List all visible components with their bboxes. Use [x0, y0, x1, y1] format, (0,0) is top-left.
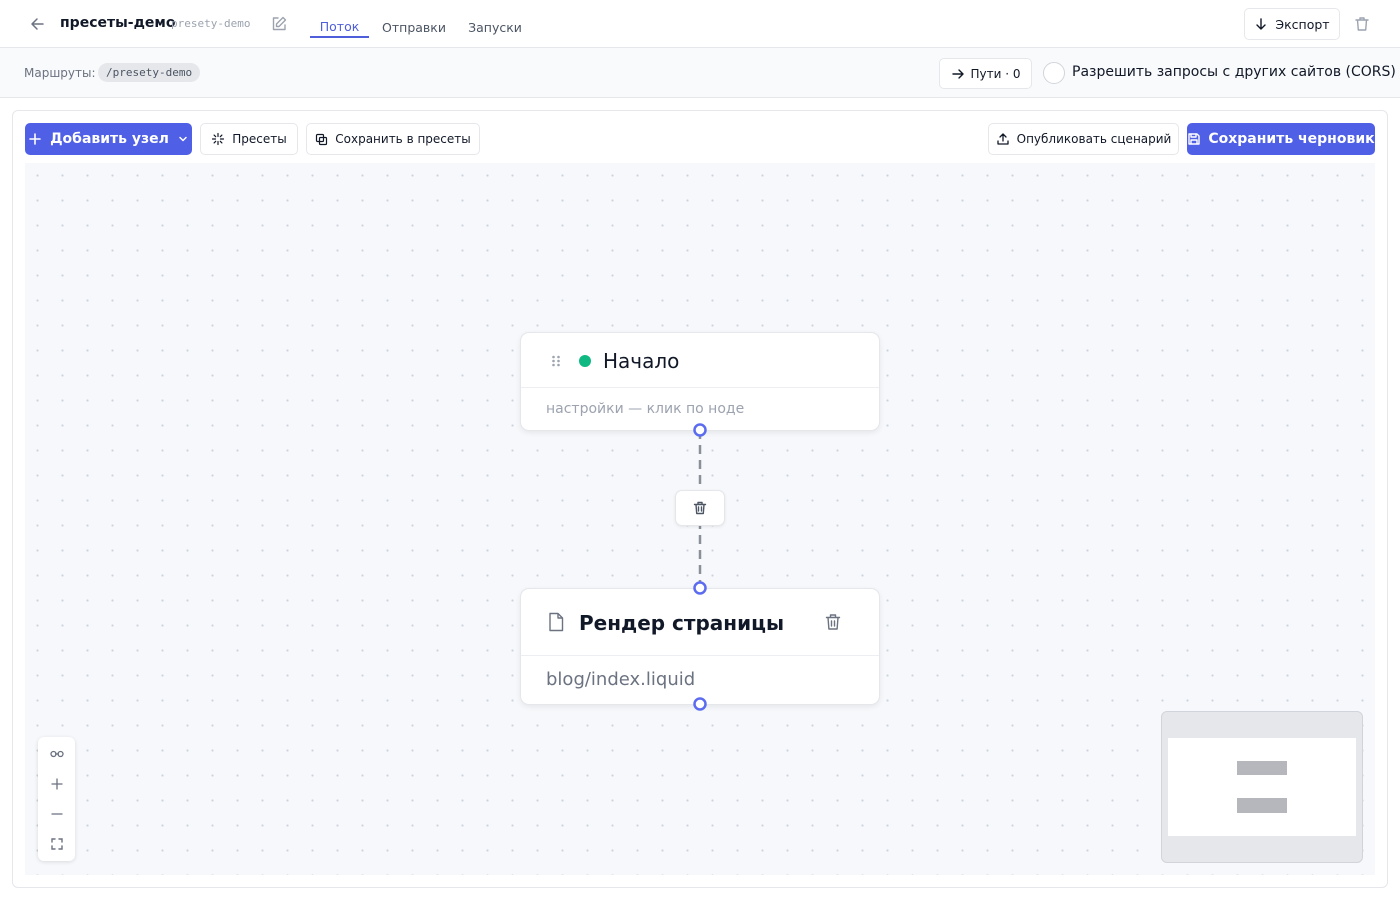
minimap-node [1237, 761, 1287, 775]
node-render-subtitle: blog/index.liquid [546, 669, 696, 690]
routes-bar: Маршруты: /presety-demo Пути · 0 Разреши… [0, 48, 1400, 98]
chevron-down-icon [179, 136, 187, 142]
save-icon [1188, 133, 1201, 145]
cors-label: Разрешить запросы с других сайтов (CORS) [1072, 64, 1396, 80]
add-node-button[interactable]: Добавить узел [25, 123, 192, 155]
export-label: Экспорт [1275, 16, 1330, 32]
node-render-page[interactable]: Рендер страницы blog/index.liquid [520, 588, 880, 705]
tab-submissions[interactable]: Отправки [379, 0, 449, 38]
link-icon [49, 750, 64, 758]
save-draft-label: Сохранить черновик [1208, 131, 1375, 147]
save-to-presets-button[interactable]: Сохранить в пресеты [306, 123, 480, 155]
presets-label: Пресеты [232, 132, 287, 146]
minimap-node [1237, 798, 1287, 813]
minimap[interactable] [1161, 711, 1363, 863]
sparkle-icon [212, 132, 225, 146]
paths-button[interactable]: Пути · 0 [939, 58, 1032, 89]
fit-view-button[interactable] [38, 739, 75, 769]
arrow-down-icon [1256, 18, 1267, 30]
publish-label: Опубликовать сценарий [1016, 132, 1172, 146]
minus-icon [50, 813, 63, 815]
trash-icon [693, 501, 707, 515]
node-start[interactable]: Начало настройки — клик по ноде [520, 332, 880, 431]
routes-label: Маршруты: [24, 66, 96, 80]
project-slug: presety-demo [171, 17, 251, 30]
node-start-header: Начало [521, 333, 879, 388]
delete-project-button[interactable] [1352, 14, 1372, 34]
edit-project-button[interactable] [270, 15, 288, 33]
cors-checkbox[interactable] [1043, 62, 1065, 84]
arrow-right-icon [951, 68, 964, 79]
tab-runs[interactable]: Запуски [462, 0, 528, 38]
top-header: пресеты-демо presety-demo Поток Отправки… [0, 0, 1400, 48]
node-start-subtitle: настройки — клик по ноде [546, 401, 745, 417]
file-icon [547, 612, 565, 632]
save-to-presets-label: Сохранить в пресеты [335, 132, 471, 146]
plus-icon [50, 778, 63, 790]
zoom-in-button[interactable] [38, 769, 75, 799]
export-button[interactable]: Экспорт [1244, 8, 1340, 40]
save-draft-button[interactable]: Сохранить черновик [1187, 123, 1375, 155]
fullscreen-button[interactable] [38, 829, 75, 859]
canvas-controls [38, 737, 75, 861]
edge-delete-button[interactable] [675, 490, 725, 526]
delete-node-button[interactable] [823, 612, 843, 632]
flow-canvas[interactable]: Начало настройки — клик по ноде Рендер с… [25, 163, 1375, 875]
status-dot [579, 355, 591, 367]
back-button[interactable] [28, 14, 48, 34]
grip-icon[interactable] [549, 353, 563, 367]
copy-icon [316, 133, 328, 145]
arrow-left-icon [31, 18, 44, 30]
trash-icon [1355, 17, 1369, 31]
route-chip[interactable]: /presety-demo [98, 63, 201, 82]
publish-scenario-button[interactable]: Опубликовать сценарий [988, 123, 1179, 155]
fullscreen-icon [50, 838, 63, 850]
minimap-viewport [1168, 738, 1356, 836]
tab-flow[interactable]: Поток [310, 0, 369, 38]
zoom-out-button[interactable] [38, 799, 75, 829]
presets-button[interactable]: Пресеты [200, 123, 298, 155]
trash-icon [825, 614, 841, 630]
paths-label: Пути · 0 [970, 66, 1021, 81]
add-node-label: Добавить узел [50, 131, 169, 147]
plus-icon [29, 133, 41, 145]
node-render-title: Рендер страницы [579, 611, 785, 635]
edit-icon [272, 16, 287, 31]
project-title: пресеты-демо [60, 15, 176, 31]
upload-icon [996, 133, 1009, 145]
node-start-title: Начало [603, 349, 680, 373]
node-render-header: Рендер страницы [521, 589, 879, 656]
